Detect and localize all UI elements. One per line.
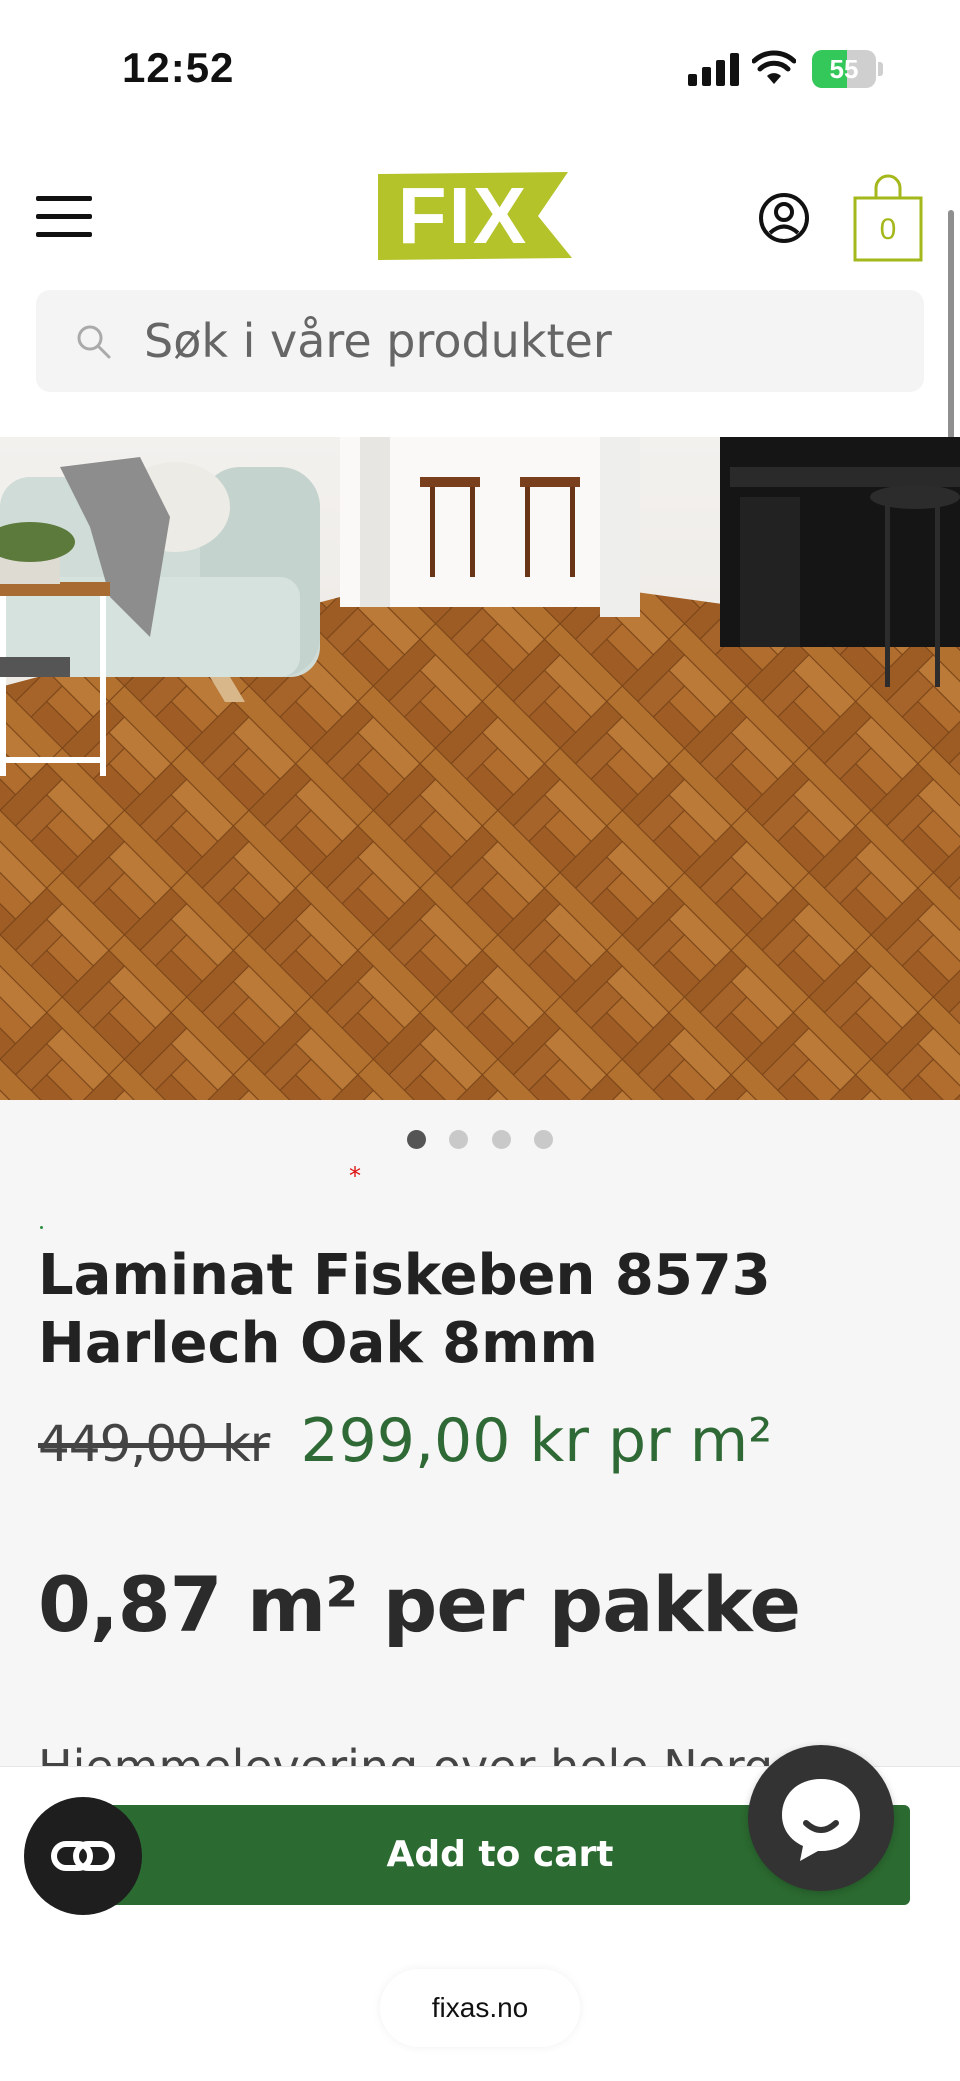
chat-icon[interactable] — [748, 1745, 894, 1891]
product-image[interactable] — [0, 437, 960, 1100]
sticky-cart-bar: Add to cart fixas.no — [0, 1745, 960, 2081]
price-new: 299,00 kr pr m² — [300, 1406, 773, 1476]
fix-logo[interactable]: FIX — [378, 172, 572, 260]
site-header: FIX 0 — [0, 130, 960, 290]
cart-count: 0 — [879, 213, 897, 246]
hamburger-menu-icon[interactable] — [36, 196, 92, 238]
carousel-dot-4[interactable] — [533, 1130, 553, 1149]
cobrowse-icon[interactable] — [24, 1797, 142, 1915]
browser-url[interactable]: fixas.no — [380, 1969, 580, 2047]
price-row: 449,00 kr 299,00 kr pr m² — [38, 1406, 772, 1486]
required-marker: * — [349, 1162, 361, 1190]
pack-size: 0,87 m² per pakke — [38, 1560, 801, 1649]
price-old: 449,00 kr — [38, 1415, 270, 1473]
search-input[interactable]: Søk i våre produkter — [36, 290, 924, 392]
product-title: Laminat Fiskeben 8573 Harlech Oak 8mm — [38, 1243, 771, 1376]
account-icon[interactable] — [758, 192, 810, 244]
search-icon — [77, 325, 111, 359]
shopping-bag-icon[interactable]: 0 — [852, 174, 924, 264]
cellular-signal-icon — [688, 52, 740, 86]
logo-text: FIX — [397, 171, 529, 260]
carousel-dot-1[interactable] — [407, 1130, 427, 1149]
battery-level: 55 — [829, 54, 859, 84]
product-summary: * Laminat Fiskeben 8573 Harlech Oak 8mm … — [0, 1100, 960, 1794]
carousel-dot-3[interactable] — [491, 1130, 511, 1149]
status-time: 12:52 — [122, 44, 235, 91]
status-bar: 12:52 55 — [0, 0, 960, 130]
carousel-dots — [0, 1130, 960, 1152]
wifi-icon — [752, 50, 796, 84]
search-placeholder: Søk i våre produkter — [144, 314, 612, 368]
battery-charging-icon: 55 — [812, 50, 883, 88]
carousel-dot-2[interactable] — [449, 1130, 469, 1149]
decorative-dot — [40, 1226, 43, 1229]
